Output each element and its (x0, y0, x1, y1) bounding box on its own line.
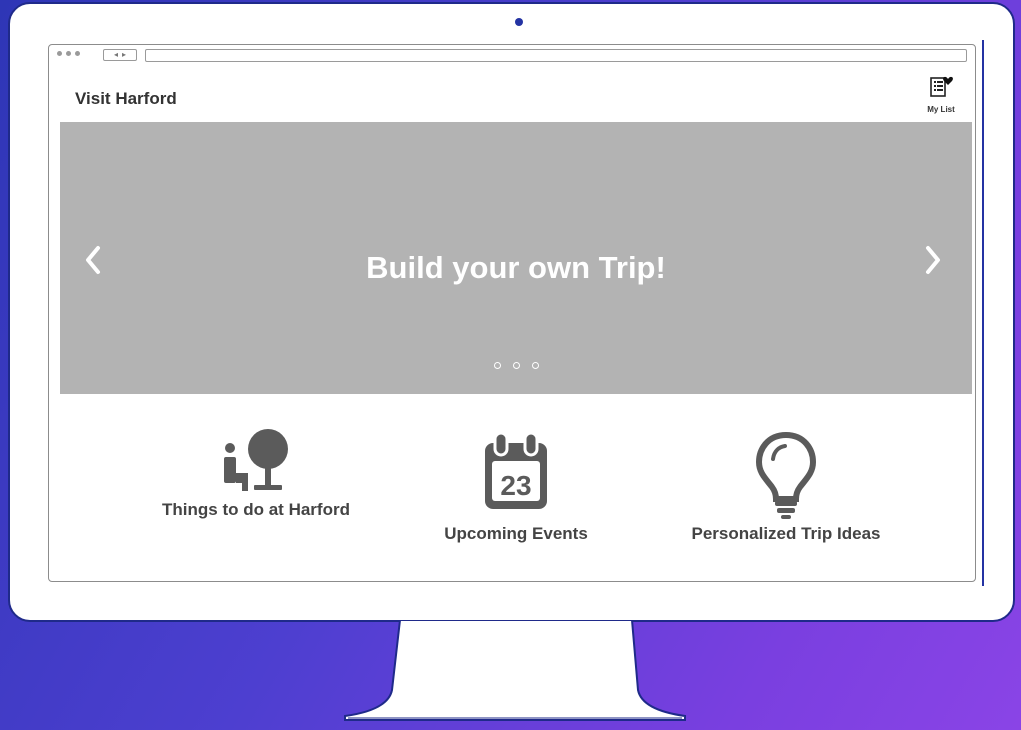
carousel-dot[interactable] (531, 362, 539, 369)
browser-toolbar: ◂ ▸ (49, 45, 975, 67)
carousel-dot[interactable] (493, 362, 501, 369)
carousel-dot[interactable] (512, 362, 520, 369)
calendar-icon: 23 (485, 431, 547, 509)
lightbulb-icon (755, 431, 817, 519)
maximize-window-dot[interactable] (75, 51, 80, 56)
close-window-dot[interactable] (57, 51, 62, 56)
carousel-next-arrow-icon[interactable] (918, 240, 948, 280)
browser-window: ◂ ▸ Visit Harford My List Build your own… (48, 44, 976, 582)
back-forward-buttons[interactable]: ◂ ▸ (103, 49, 137, 61)
forward-arrow-icon[interactable]: ▸ (122, 51, 126, 59)
my-list-button[interactable]: My List (919, 75, 963, 114)
my-list-label: My List (927, 105, 955, 114)
back-arrow-icon[interactable]: ◂ (114, 51, 118, 59)
feature-label: Personalized Trip Ideas (691, 524, 881, 543)
park-icon (224, 429, 288, 491)
browser-shadow-edge (982, 40, 984, 586)
hero-title: Build your own Trip! (366, 250, 666, 285)
window-controls (57, 51, 80, 56)
list-heart-icon (930, 76, 953, 97)
feature-label: Things to do at Harford (162, 500, 350, 519)
monitor-stand (344, 620, 686, 721)
carousel-pager (60, 362, 972, 369)
address-bar[interactable] (145, 49, 967, 62)
feature-label: Upcoming Events (444, 524, 588, 543)
minimize-window-dot[interactable] (66, 51, 71, 56)
hero-carousel: Build your own Trip! (60, 122, 972, 394)
upcoming-events-link[interactable]: 23 Upcoming Events (416, 429, 616, 544)
site-title: Visit Harford (75, 89, 177, 108)
webcam-dot (515, 18, 523, 26)
things-to-do-link[interactable]: Things to do at Harford (156, 429, 356, 520)
calendar-day-number: 23 (500, 470, 531, 501)
trip-ideas-link[interactable]: Personalized Trip Ideas (661, 429, 911, 544)
